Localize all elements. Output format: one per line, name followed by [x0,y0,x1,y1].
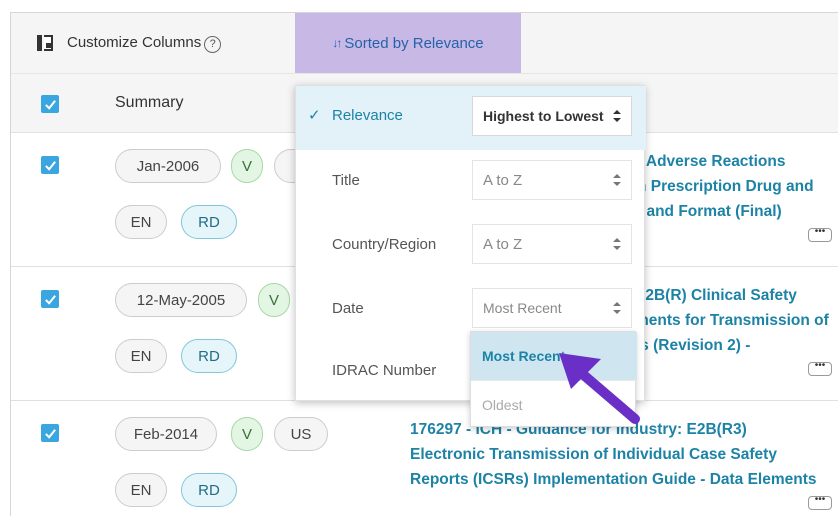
sort-option-label: Relevance [332,107,403,124]
customize-columns-button[interactable]: Customize Columns ? [37,32,222,53]
select-arrows-icon [613,110,621,122]
version-badge: V [231,417,263,451]
sort-option-title[interactable]: Title A to Z [296,150,646,214]
language-badge: EN [115,205,167,239]
check-icon: ✓ [308,107,321,124]
more-options-button[interactable]: ••• [808,495,832,510]
results-toolbar: Customize Columns ? ↓↑ Sorted by Relevan… [11,13,838,73]
sort-option-country[interactable]: Country/Region A to Z [296,214,646,278]
results-panel: Customize Columns ? ↓↑ Sorted by Relevan… [10,12,838,516]
sort-option-label: IDRAC Number [332,362,437,379]
select-arrows-icon [613,174,621,186]
type-badge: RD [181,339,237,373]
sort-arrows-icon: ↓↑ [332,36,342,50]
sort-option-label: Title [332,172,360,189]
type-badge: RD [181,473,237,507]
select-arrows-icon [613,238,621,250]
language-badge: EN [115,339,167,373]
sort-option-relevance[interactable]: ✓ Relevance Highest to Lowest [296,86,646,150]
row-checkbox[interactable] [41,290,59,308]
more-options-button[interactable]: ••• [808,361,832,376]
title-order-select[interactable]: A to Z [472,160,632,200]
date-order-select[interactable]: Most Recent [472,288,632,328]
row-checkbox[interactable] [41,424,59,442]
document-title-link[interactable]: : Adverse Reactions n Prescription Drug … [637,149,814,224]
version-badge: V [231,149,263,183]
more-options-button[interactable]: ••• [808,227,832,242]
row-checkbox[interactable] [41,156,59,174]
summary-column-header[interactable]: Summary [115,94,183,112]
sort-option-label: Date [332,300,364,317]
select-arrows-icon [613,302,621,314]
sort-option-label: Country/Region [332,236,437,253]
version-badge: V [258,283,290,317]
country-order-select[interactable]: A to Z [472,224,632,264]
help-icon[interactable]: ? [204,36,222,53]
type-badge: RD [181,205,237,239]
language-badge: EN [115,473,167,507]
annotation-arrow-icon [559,353,640,424]
sort-label: Sorted by Relevance [344,34,484,52]
sort-button[interactable]: ↓↑ Sorted by Relevance [295,13,521,73]
date-badge: 12-May-2005 [115,283,247,317]
select-all-checkbox[interactable] [41,95,59,113]
country-badge: US [274,417,328,451]
document-title-link[interactable]: E2B(R) Clinical Safety ments for Transmi… [635,283,829,358]
table-row: Feb-2014 V US EN RD 176297 - ICH - Guida… [11,401,838,516]
relevance-order-select[interactable]: Highest to Lowest [472,96,632,136]
date-badge: Jan-2006 [115,149,221,183]
customize-columns-label: Customize Columns [67,34,202,51]
date-badge: Feb-2014 [115,417,217,451]
columns-icon [37,34,53,51]
